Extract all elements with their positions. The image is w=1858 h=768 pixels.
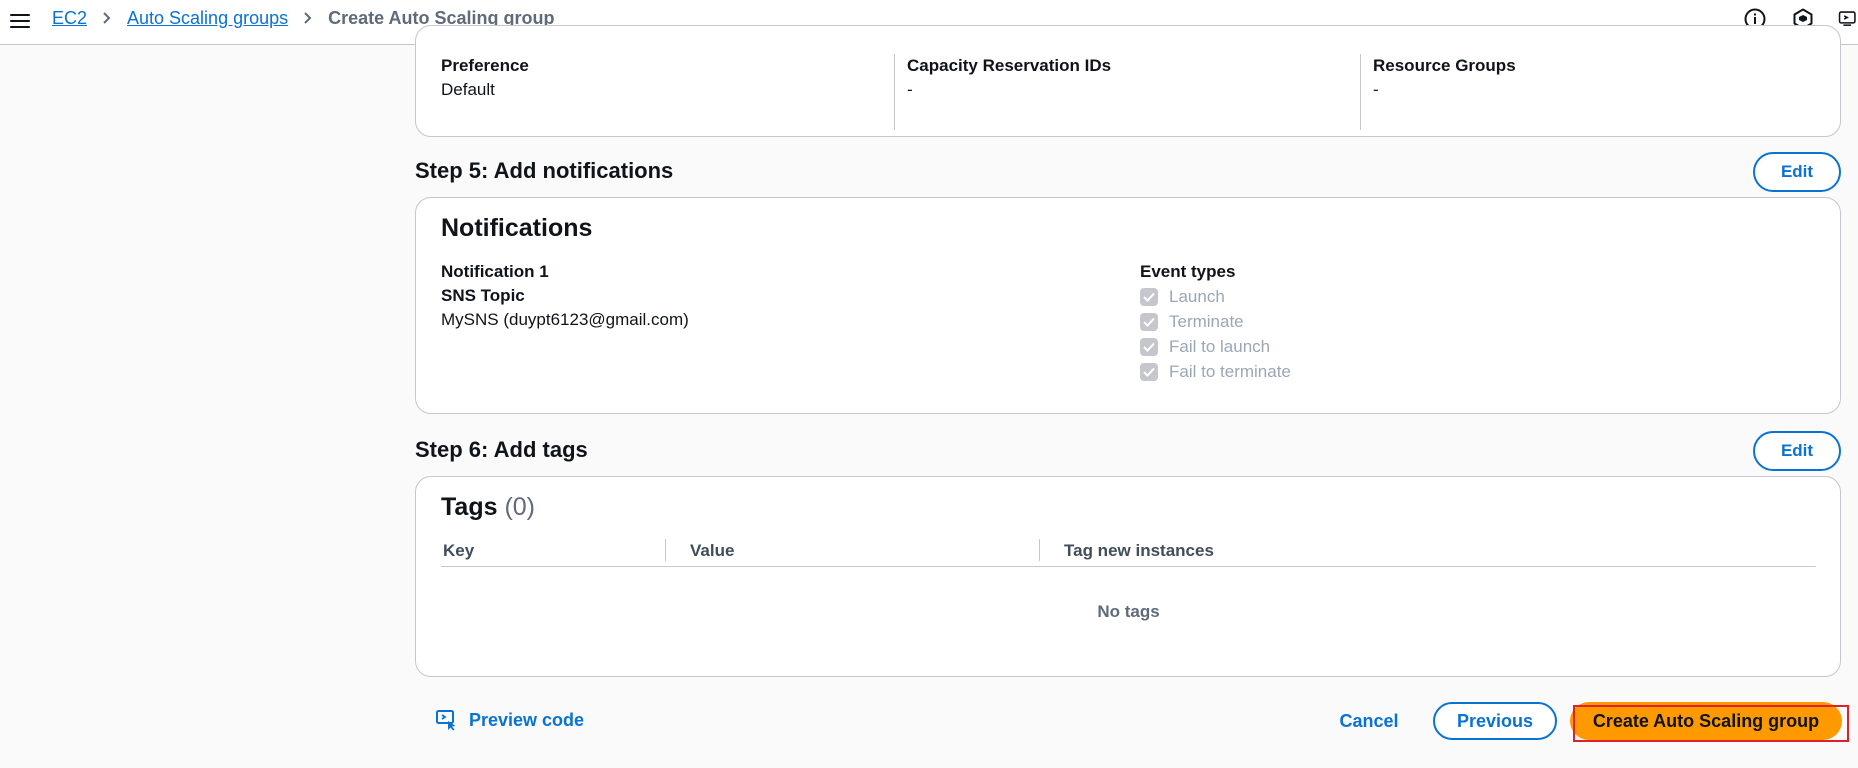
preview-code-link[interactable]: Preview code	[436, 709, 584, 731]
preview-code-icon	[436, 710, 456, 731]
event-type-terminate: Terminate	[1140, 309, 1291, 334]
sns-topic-value: MySNS (duypt6123@gmail.com)	[441, 310, 689, 329]
capacity-reservation-value: -	[907, 80, 913, 99]
checkbox-checked-icon	[1140, 287, 1158, 306]
instance-preferences-container: Preference Default Capacity Reservation …	[415, 25, 1841, 137]
column-header-tag-new-instances[interactable]: Tag new instances	[1064, 539, 1214, 563]
tags-title-text: Tags	[441, 493, 498, 521]
event-type-label: Fail to terminate	[1169, 361, 1291, 381]
resource-groups-value: -	[1373, 80, 1379, 99]
breadcrumb-link-auto-scaling-groups[interactable]: Auto Scaling groups	[127, 8, 288, 29]
preference-label: Preference	[441, 56, 529, 75]
event-type-label: Launch	[1169, 286, 1225, 306]
step6-header: Step 6: Add tags	[415, 437, 588, 462]
step5-edit-button[interactable]: Edit	[1753, 152, 1841, 192]
tags-container: Tags (0) Key Value Tag new instances No …	[415, 476, 1841, 677]
column-header-key[interactable]: Key	[443, 539, 474, 563]
notifications-title: Notifications	[441, 214, 593, 242]
breadcrumb-link-ec2[interactable]: EC2	[52, 8, 87, 29]
event-type-label: Terminate	[1169, 311, 1244, 331]
resource-groups-label: Resource Groups	[1373, 56, 1516, 75]
event-type-fail-to-launch: Fail to launch	[1140, 334, 1291, 359]
previous-button[interactable]: Previous	[1433, 702, 1557, 740]
tags-title: Tags (0)	[441, 493, 535, 522]
chevron-right-icon	[101, 12, 113, 24]
tags-empty-state: No tags	[1097, 602, 1160, 621]
sns-topic-label: SNS Topic	[441, 286, 525, 305]
hamburger-menu-icon[interactable]	[8, 9, 32, 33]
notification-name: Notification 1	[441, 262, 549, 281]
cancel-button[interactable]: Cancel	[1324, 709, 1414, 733]
preference-column: Preference Default	[441, 54, 881, 130]
preview-screen-icon[interactable]	[1838, 6, 1858, 32]
resource-groups-column: Resource Groups -	[1360, 54, 1826, 130]
checkbox-checked-icon	[1140, 312, 1158, 331]
chevron-right-icon	[302, 12, 314, 24]
capacity-reservation-column: Capacity Reservation IDs -	[894, 54, 1360, 130]
checkbox-checked-icon	[1140, 362, 1158, 381]
event-type-label: Fail to launch	[1169, 336, 1271, 356]
step6-edit-button[interactable]: Edit	[1753, 431, 1841, 471]
step5-header: Step 5: Add notifications	[415, 158, 674, 183]
capacity-reservation-label: Capacity Reservation IDs	[907, 56, 1112, 75]
column-divider	[1039, 539, 1040, 561]
checkbox-checked-icon	[1140, 337, 1158, 356]
tags-table-header: Key Value Tag new instances	[441, 539, 1816, 567]
event-type-launch: Launch	[1140, 284, 1291, 309]
tags-count: (0)	[504, 493, 536, 521]
event-types-label: Event types	[1140, 262, 1236, 281]
column-divider	[665, 539, 666, 561]
event-type-fail-to-terminate: Fail to terminate	[1140, 359, 1291, 384]
main-content: Preference Default Capacity Reservation …	[0, 25, 1858, 768]
preference-value: Default	[441, 80, 495, 99]
column-header-value[interactable]: Value	[690, 539, 734, 563]
notification-details: Notification 1 SNS Topic MySNS (duypt612…	[441, 260, 689, 332]
event-types-group: Event types Launch Terminate Fail to lau…	[1140, 260, 1291, 384]
create-auto-scaling-group-button[interactable]: Create Auto Scaling group	[1570, 702, 1842, 740]
preview-code-label: Preview code	[469, 709, 585, 730]
notifications-container: Notifications Notification 1 SNS Topic M…	[415, 197, 1841, 414]
